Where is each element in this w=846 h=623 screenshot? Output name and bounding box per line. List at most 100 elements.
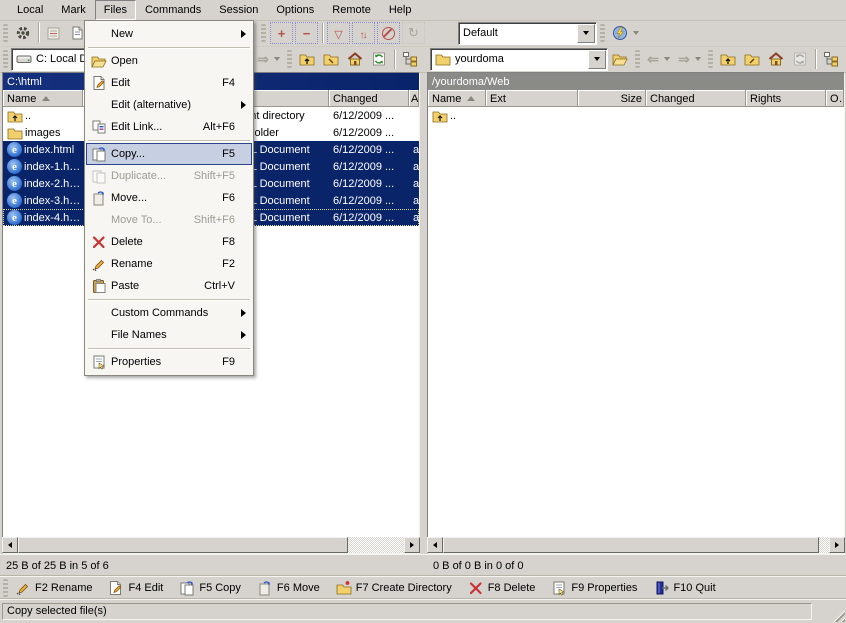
local-open-directory-button[interactable] [319,48,343,70]
forward-arrow-icon: ⇒ [257,51,269,68]
menu-local[interactable]: Local [8,0,52,20]
menu-item-edit-alternative[interactable]: Edit (alternative) [86,94,252,116]
delete-x-icon [91,234,107,250]
menu-item-open[interactable]: Open [86,50,252,72]
remote-forward-dropdown-icon [695,57,701,61]
paste-clipboard-icon [91,278,107,294]
queue-button[interactable] [42,22,66,44]
scrollbar-thumb[interactable] [18,537,348,553]
scroll-right-button[interactable] [829,537,845,553]
scroll-left-button[interactable] [2,537,18,553]
toolbar-grip[interactable] [600,24,605,42]
toolbar-grip[interactable] [261,24,266,42]
f9-properties-button[interactable]: F9 Properties [551,580,637,596]
f2-rename-button[interactable]: F2 Rename [15,580,92,596]
sort-ascending-icon [467,96,475,101]
remote-directory-combo[interactable]: yourdoma [430,48,608,71]
scroll-right-button[interactable] [404,537,420,553]
remote-home-button[interactable] [764,48,788,70]
remote-back-dropdown-icon [664,57,670,61]
f4-edit-button[interactable]: F4 Edit [108,580,163,596]
new-session-button[interactable] [608,22,632,44]
session-combo-dropdown[interactable] [577,24,595,43]
session-combo[interactable]: Default [458,22,597,45]
menu-item-properties[interactable]: PropertiesF9 [86,351,252,373]
menu-item-new[interactable]: New [86,23,252,45]
f6-move-button[interactable]: F6 Move [257,580,320,596]
menu-remote[interactable]: Remote [323,0,380,20]
toolbar-grip[interactable] [287,50,292,68]
column-header-rights[interactable]: Rights [746,90,826,107]
column-header-changed[interactable]: Changed [329,90,409,107]
f8-delete-button[interactable]: F8 Delete [468,580,536,596]
menu-item-delete[interactable]: DeleteF8 [86,231,252,253]
column-header-size[interactable]: Size [578,90,646,107]
menu-item-paste[interactable]: PasteCtrl+V [86,275,252,297]
copy-icon [179,580,195,596]
toolbar-grip[interactable] [3,579,8,597]
resize-grip[interactable] [832,609,845,622]
abort-button[interactable] [377,22,400,44]
new-session-dropdown-icon[interactable] [633,31,639,35]
f5-copy-button[interactable]: F5 Copy [179,580,241,596]
scrollbar-thumb[interactable] [443,537,819,553]
local-parent-directory-button[interactable] [295,48,319,70]
directory-tree-icon [823,51,839,67]
file-row[interactable]: .. [428,107,844,124]
submenu-arrow-icon [241,309,246,317]
menu-item-edit[interactable]: EditF4 [86,72,252,94]
remove-from-selection-button[interactable] [295,22,318,44]
synchronize-button[interactable] [352,22,375,44]
column-header-name[interactable]: Name [428,90,486,107]
column-header-owner[interactable]: Owner [826,90,844,107]
menu-item-duplicate: Duplicate...Shift+F5 [86,165,252,187]
submenu-arrow-icon [241,331,246,339]
local-refresh-button[interactable] [367,48,391,70]
add-to-selection-button[interactable] [270,22,293,44]
local-directory-tree-button[interactable] [398,48,422,70]
menu-item-file-names[interactable]: File Names [86,324,252,346]
f7-create-directory-button[interactable]: F7 Create Directory [336,580,452,596]
toolbar-grip[interactable] [3,50,8,68]
menu-item-edit-link[interactable]: Edit Link...Alt+F6 [86,116,252,138]
column-header-name[interactable]: Name [3,90,83,107]
minus-icon [303,26,311,41]
abort-icon [382,27,395,40]
menu-options[interactable]: Options [267,0,323,20]
menu-item-copy[interactable]: Copy...F5 [86,143,252,165]
toolbar-grip[interactable] [708,50,713,68]
column-header-attr[interactable]: Attr [409,90,419,107]
column-header-ext[interactable]: Ext [486,90,578,107]
remote-directory-dropdown[interactable] [588,50,606,69]
status-message: Copy selected file(s) [7,605,107,617]
menu-session[interactable]: Session [210,0,267,20]
home-icon [347,51,363,67]
scrollbar-track[interactable] [819,537,829,553]
column-header-changed[interactable]: Changed [646,90,746,107]
toolbar-grip[interactable] [3,24,8,42]
menu-mark[interactable]: Mark [52,0,94,20]
menu-item-rename[interactable]: RenameF2 [86,253,252,275]
local-horizontal-scrollbar[interactable] [2,537,420,553]
local-home-button[interactable] [343,48,367,70]
menu-files[interactable]: Files [95,0,136,20]
toolbar-grip[interactable] [635,50,640,68]
remote-path-bar[interactable]: /yourdoma/Web [428,73,844,90]
remote-parent-directory-button[interactable] [716,48,740,70]
menu-item-custom-commands[interactable]: Custom Commands [86,302,252,324]
scrollbar-track[interactable] [348,537,404,553]
filter-button[interactable] [327,22,350,44]
menu-commands[interactable]: Commands [136,0,210,20]
menu-help[interactable]: Help [380,0,421,20]
f10-quit-button[interactable]: F10 Quit [653,580,715,596]
rename-pencil-icon [15,580,31,596]
scroll-left-button[interactable] [427,537,443,553]
remote-horizontal-scrollbar[interactable] [427,537,845,553]
remote-open-directory-button[interactable] [740,48,764,70]
local-forward-button: ⇒ [253,48,273,70]
menu-item-move[interactable]: Move...F6 [86,187,252,209]
remote-directory-tree-button[interactable] [819,48,843,70]
forward-arrow-icon: ⇒ [678,51,690,68]
remote-browse-button[interactable] [608,48,632,70]
preferences-button[interactable] [11,22,35,44]
